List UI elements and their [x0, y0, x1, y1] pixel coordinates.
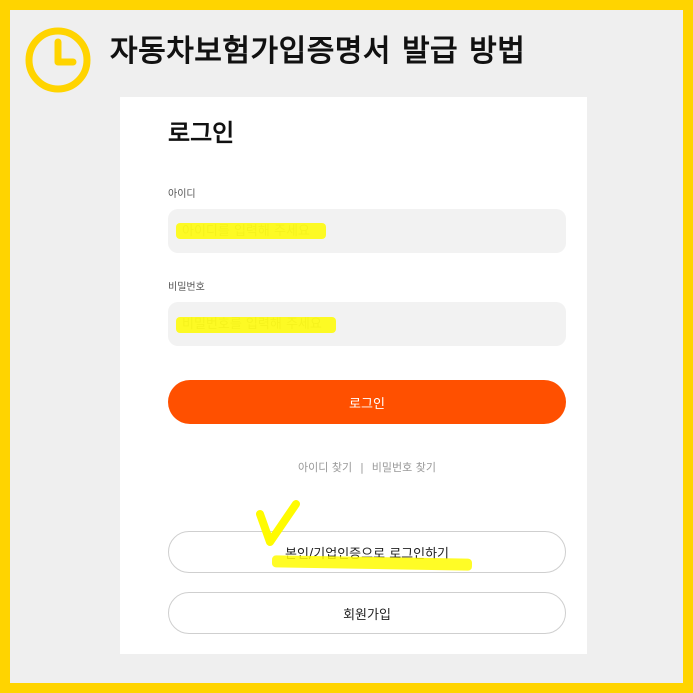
- login-title: 로그인: [168, 119, 235, 147]
- id-field-wrapper: [168, 209, 566, 253]
- find-id-link[interactable]: 아이디 찾기: [298, 461, 352, 474]
- cert-login-button[interactable]: 본인/기업인증으로 로그인하기: [168, 531, 566, 573]
- find-password-link[interactable]: 비밀번호 찾기: [372, 461, 436, 474]
- login-card: 로그인 아이디 비밀번호 로그인 아이디 찾기 | 비밀번호 찾기 본인/기업인증으…: [120, 97, 587, 654]
- password-label: 비밀번호: [168, 282, 205, 293]
- find-links: 아이디 찾기 | 비밀번호 찾기: [168, 459, 566, 475]
- password-input[interactable]: [168, 302, 566, 346]
- banner-title: 자동차보험가입증명서 발급 방법: [110, 34, 526, 69]
- link-separator: |: [360, 461, 364, 474]
- password-field-wrapper: [168, 302, 566, 346]
- checkmark-icon: [256, 500, 300, 546]
- id-input[interactable]: [168, 209, 566, 253]
- signup-button[interactable]: 회원가입: [168, 592, 566, 634]
- login-button[interactable]: 로그인: [168, 380, 566, 424]
- id-label: 아이디: [168, 189, 196, 200]
- clock-icon: [25, 27, 91, 93]
